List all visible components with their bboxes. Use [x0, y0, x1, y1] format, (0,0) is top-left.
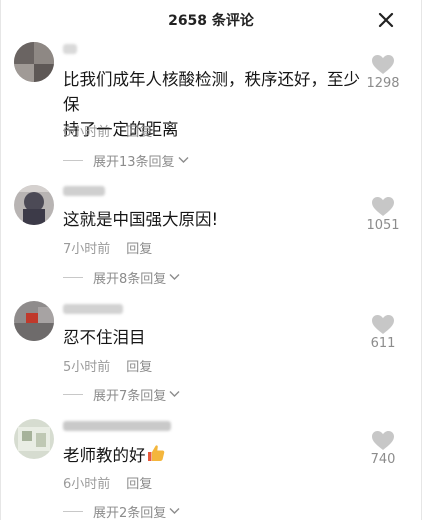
- comments-sheet: 2658 条评论 比我们成年人核酸检测，秩序还好，至少保 持了一定的距离 6小时…: [0, 0, 422, 520]
- like-button[interactable]: 1051: [363, 196, 403, 233]
- username-blurred: [63, 421, 171, 431]
- comment-time: 6小时前: [63, 125, 111, 140]
- chevron-down-icon: [169, 270, 180, 285]
- avatar[interactable]: [14, 42, 54, 82]
- chevron-down-icon: [178, 153, 189, 168]
- comment-meta: 5小时前 回复: [63, 356, 152, 375]
- comment-meta: 6小时前 回复: [63, 473, 152, 492]
- avatar[interactable]: [14, 185, 54, 225]
- heart-icon: [372, 315, 394, 334]
- heart-icon: [372, 197, 394, 216]
- expand-replies-button[interactable]: 展开7条回复: [63, 385, 180, 404]
- expand-replies-button[interactable]: 展开2条回复: [63, 502, 180, 520]
- close-icon[interactable]: [377, 11, 395, 29]
- comment-text: 忍不住泪目: [63, 328, 146, 347]
- reply-button[interactable]: 回复: [126, 242, 152, 257]
- like-button[interactable]: 611: [363, 314, 403, 351]
- heart-icon: [372, 431, 394, 450]
- chevron-down-icon: [169, 504, 180, 519]
- expand-replies-button[interactable]: 展开13条回复: [63, 151, 189, 170]
- like-button[interactable]: 740: [363, 430, 403, 467]
- comment-time: 6小时前: [63, 477, 111, 492]
- comment-text: 老师教的好: [63, 443, 363, 470]
- comment-meta: 7小时前 回复: [63, 238, 152, 257]
- like-count: 611: [370, 336, 396, 351]
- like-count: 1051: [366, 218, 400, 233]
- comments-count-title: 2658 条评论: [168, 13, 254, 29]
- like-count: 740: [370, 452, 396, 467]
- comment-time: 5小时前: [63, 360, 111, 375]
- heart-icon: [372, 55, 394, 74]
- avatar[interactable]: [14, 301, 54, 341]
- comments-header: 2658 条评论: [1, 0, 421, 40]
- avatar[interactable]: [14, 419, 54, 459]
- comment-meta: 6小时前 回复: [63, 121, 152, 140]
- reply-button[interactable]: 回复: [126, 477, 152, 492]
- reply-button[interactable]: 回复: [126, 125, 152, 140]
- expand-replies-button[interactable]: 展开8条回复: [63, 268, 180, 287]
- username-blurred: [63, 186, 105, 196]
- like-button[interactable]: 1298: [363, 54, 403, 91]
- like-count: 1298: [366, 76, 400, 91]
- username-blurred: [63, 304, 123, 314]
- thumbs-up-icon: [146, 443, 166, 470]
- comment-text: 这就是中国强大原因!: [63, 210, 219, 229]
- username-blurred: [63, 44, 77, 54]
- comment-time: 7小时前: [63, 242, 111, 257]
- reply-button[interactable]: 回复: [126, 360, 152, 375]
- chevron-down-icon: [169, 387, 180, 402]
